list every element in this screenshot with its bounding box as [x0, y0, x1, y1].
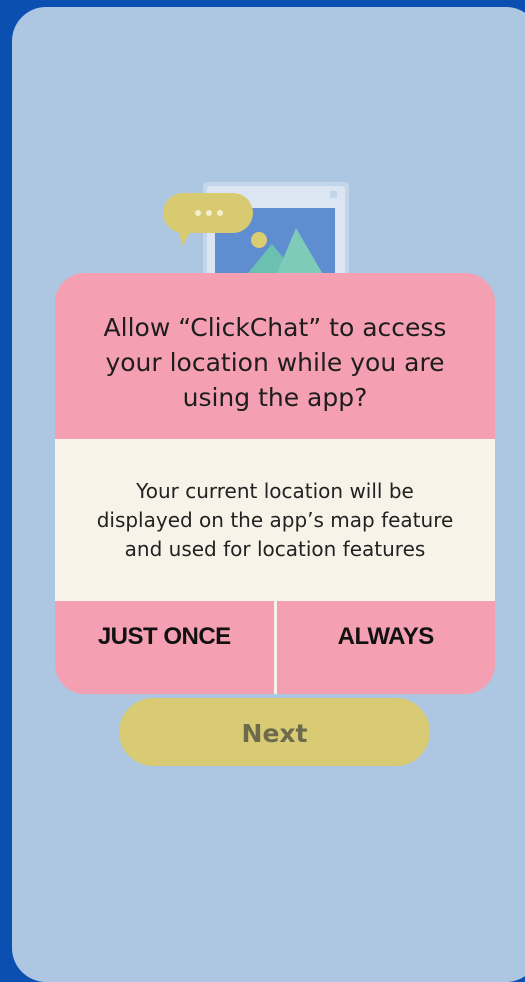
dialog-actions: JUST ONCE ALWAYS	[55, 601, 495, 694]
dialog-header: Allow “ClickChat” to access your locatio…	[55, 273, 495, 439]
location-permission-dialog: Allow “ClickChat” to access your locatio…	[55, 273, 495, 694]
next-button[interactable]: Next	[119, 698, 430, 766]
dialog-title: Allow “ClickChat” to access your locatio…	[103, 312, 447, 412]
dialog-body: Your current location will be displayed …	[55, 439, 495, 601]
always-button[interactable]: ALWAYS	[277, 601, 496, 694]
dialog-message: Your current location will be displayed …	[96, 478, 454, 561]
just-once-button[interactable]: JUST ONCE	[55, 601, 274, 694]
